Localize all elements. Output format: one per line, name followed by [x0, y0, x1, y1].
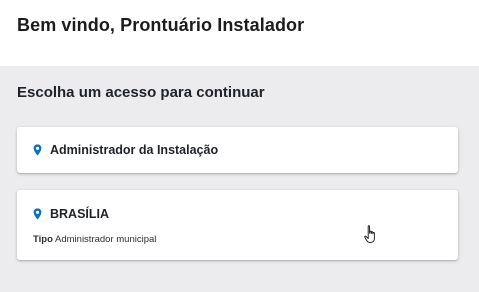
- access-option-name: Administrador da Instalação: [50, 143, 219, 157]
- access-panel: Escolha um acesso para continuar Adminis…: [0, 66, 479, 292]
- map-pin-icon: [33, 144, 42, 156]
- header: Bem vindo, Prontuário Instalador: [0, 0, 479, 66]
- map-pin-icon: [33, 208, 42, 220]
- page-title: Bem vindo, Prontuário Instalador: [17, 15, 305, 35]
- access-option-name: BRASÍLIA: [50, 207, 110, 221]
- access-option-administrador-instalacao[interactable]: Administrador da Instalação: [17, 127, 458, 173]
- type-label: Tipo: [33, 234, 53, 245]
- type-value: Administrador municipal: [55, 234, 157, 245]
- access-option-type: Tipo Administrador municipal: [33, 234, 156, 245]
- access-option-brasilia[interactable]: BRASÍLIA Tipo Administrador municipal: [17, 190, 458, 260]
- section-title: Escolha um acesso para continuar: [17, 84, 265, 101]
- hand-pointer-cursor-icon: [364, 225, 375, 243]
